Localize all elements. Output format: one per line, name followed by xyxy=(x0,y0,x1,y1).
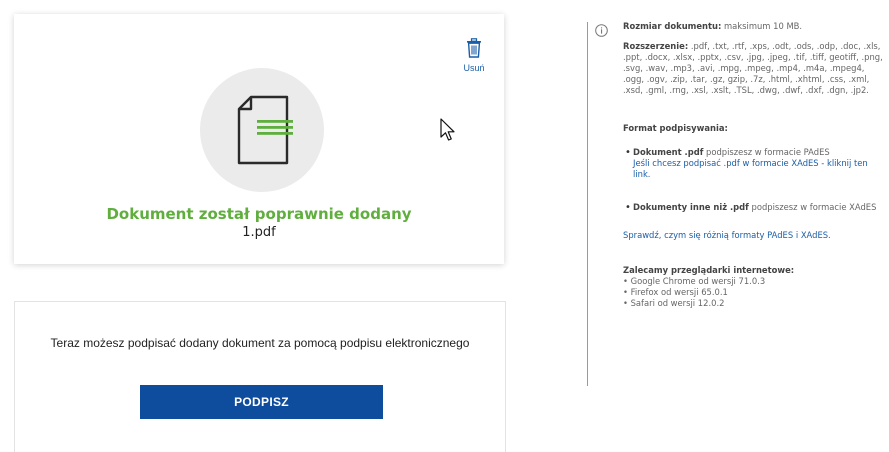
format-other-rest: podpiszesz w formacie XAdES xyxy=(751,202,877,212)
mouse-cursor-icon xyxy=(440,118,455,141)
trash-icon xyxy=(467,38,481,58)
delete-label: Usuń xyxy=(463,63,485,73)
vertical-divider xyxy=(587,22,588,386)
format-pdf-item: Dokument .pdf podpiszesz w formacie PAdE… xyxy=(623,147,885,180)
format-pdf-bold: Dokument .pdf xyxy=(633,147,704,157)
sign-instructions: Teraz możesz podpisać dodany dokument za… xyxy=(50,336,470,350)
delete-button[interactable]: Usuń xyxy=(462,38,486,73)
browsers-heading: Zalecamy przeglądarki internetowe: xyxy=(623,265,795,275)
format-other-item: Dokumenty inne niż .pdf podpiszesz w for… xyxy=(623,202,885,213)
format-other-bold: Dokumenty inne niż .pdf xyxy=(633,202,749,212)
browser-item: • Google Chrome od wersji 71.0.3 xyxy=(623,276,766,286)
browser-list: • Google Chrome od wersji 71.0.3 • Firef… xyxy=(623,276,885,309)
size-info: Rozmiar dokumentu: maksimum 10 MB. xyxy=(623,21,885,32)
sign-card: Teraz możesz podpisać dodany dokument za… xyxy=(14,301,506,452)
extensions-label: Rozszerzenie: xyxy=(623,41,689,51)
browser-item: • Firefox od wersji 65.0.1 xyxy=(623,287,728,297)
sign-button[interactable]: PODPISZ xyxy=(140,385,383,419)
compare-formats-link[interactable]: Sprawdź, czym się różnią formaty PAdES i… xyxy=(623,230,831,240)
format-pdf-rest: podpiszesz w formacie PAdES xyxy=(706,147,830,157)
info-panel: Rozmiar dokumentu: maksimum 10 MB. Rozsz… xyxy=(623,21,885,309)
browser-item: • Safari od wersji 12.0.2 xyxy=(623,298,725,308)
format-heading: Format podpisywania: xyxy=(623,123,728,133)
file-name: 1.pdf xyxy=(242,225,276,240)
info-icon xyxy=(595,24,608,37)
document-icon xyxy=(237,95,293,165)
success-title: Dokument został poprawnie dodany xyxy=(106,205,412,223)
xades-pdf-link[interactable]: Jeśli chcesz podpisać .pdf w formacie XA… xyxy=(633,158,868,179)
extensions-info: Rozszerzenie: .pdf, .txt, .rtf, .xps, .o… xyxy=(623,41,885,96)
upload-card: Usuń Dokument został poprawnie dodany 1.… xyxy=(14,14,504,264)
size-label: Rozmiar dokumentu: xyxy=(623,21,722,31)
document-icon-circle xyxy=(200,68,324,192)
size-value: maksimum 10 MB. xyxy=(724,21,803,31)
